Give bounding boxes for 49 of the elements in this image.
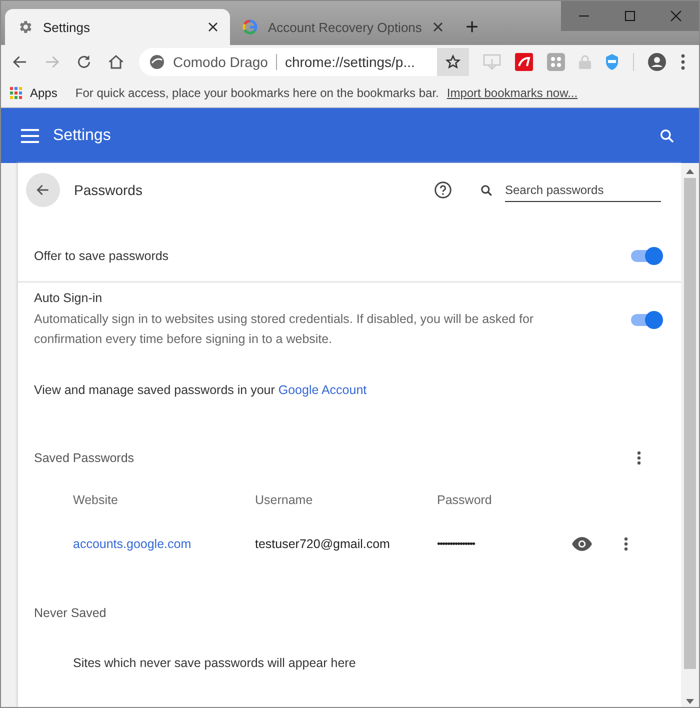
toggle-switch[interactable] [631,314,661,326]
star-icon[interactable] [445,54,461,70]
column-header: Website [73,493,119,507]
globe-icon [149,54,165,70]
google-g-icon [242,19,258,35]
apps-link[interactable]: Apps [30,86,58,100]
import-bookmarks-link[interactable]: Import bookmarks now... [446,86,578,100]
scroll-up-icon[interactable] [686,169,694,174]
toggle-switch[interactable] [631,250,661,262]
eye-icon[interactable] [572,537,592,551]
new-tab-button[interactable]: + [455,9,489,45]
column-header: Username [255,493,314,507]
more-icon[interactable] [637,451,641,465]
shield-icon[interactable] [605,53,619,71]
reload-icon[interactable] [75,53,93,71]
section-title: Never Saved [34,606,106,620]
column-header: Password [437,493,493,507]
section-title: Saved Passwords [34,451,134,465]
bookmark-star-button[interactable] [437,48,469,76]
empty-message: Sites which never save passwords will appear here [72,655,357,670]
settings-title: Settings [53,126,111,144]
setting-label: Auto Sign-in [34,291,104,305]
menu-icon[interactable] [21,128,39,142]
home-icon[interactable] [107,53,125,71]
close-icon[interactable] [433,22,443,32]
help-icon[interactable] [434,181,452,199]
bookmarks-hint: For quick access, place your bookmarks here on the bookmarks bar. [75,86,439,100]
extension-icon[interactable] [515,53,533,71]
manage-text: View and manage saved passwords in your Google Account [33,382,368,399]
scroll-down-icon[interactable] [686,699,694,704]
setting-label: Offer to save passwords [34,249,170,263]
password-cell-text: ••••••••••••••• [437,538,476,550]
close-icon[interactable] [208,22,218,32]
search-icon [480,184,493,196]
back-arrow-icon[interactable] [35,182,51,198]
username-cell-text: testuser720@gmail.com [255,537,391,551]
apps-grid-icon[interactable] [10,87,22,99]
menu-icon[interactable] [680,53,686,71]
page-title: Passwords [74,182,142,198]
back-button[interactable] [26,173,60,207]
search-icon[interactable] [659,128,675,144]
google-account-link[interactable]: Google Account [278,383,367,397]
gear-icon [17,19,33,35]
setting-description: Automatically sign in to websites using stored credentials. If disabled, you will be asked for confirmation every time before signing in to a website. [34,311,535,348]
more-icon[interactable] [624,537,628,551]
browser-tab[interactable]: Settings [5,9,230,45]
account-icon[interactable] [648,53,666,71]
website-link[interactable]: accounts.google.com [73,537,255,551]
address-bar[interactable]: Comodo Drago chrome://settings/p... [139,48,469,76]
